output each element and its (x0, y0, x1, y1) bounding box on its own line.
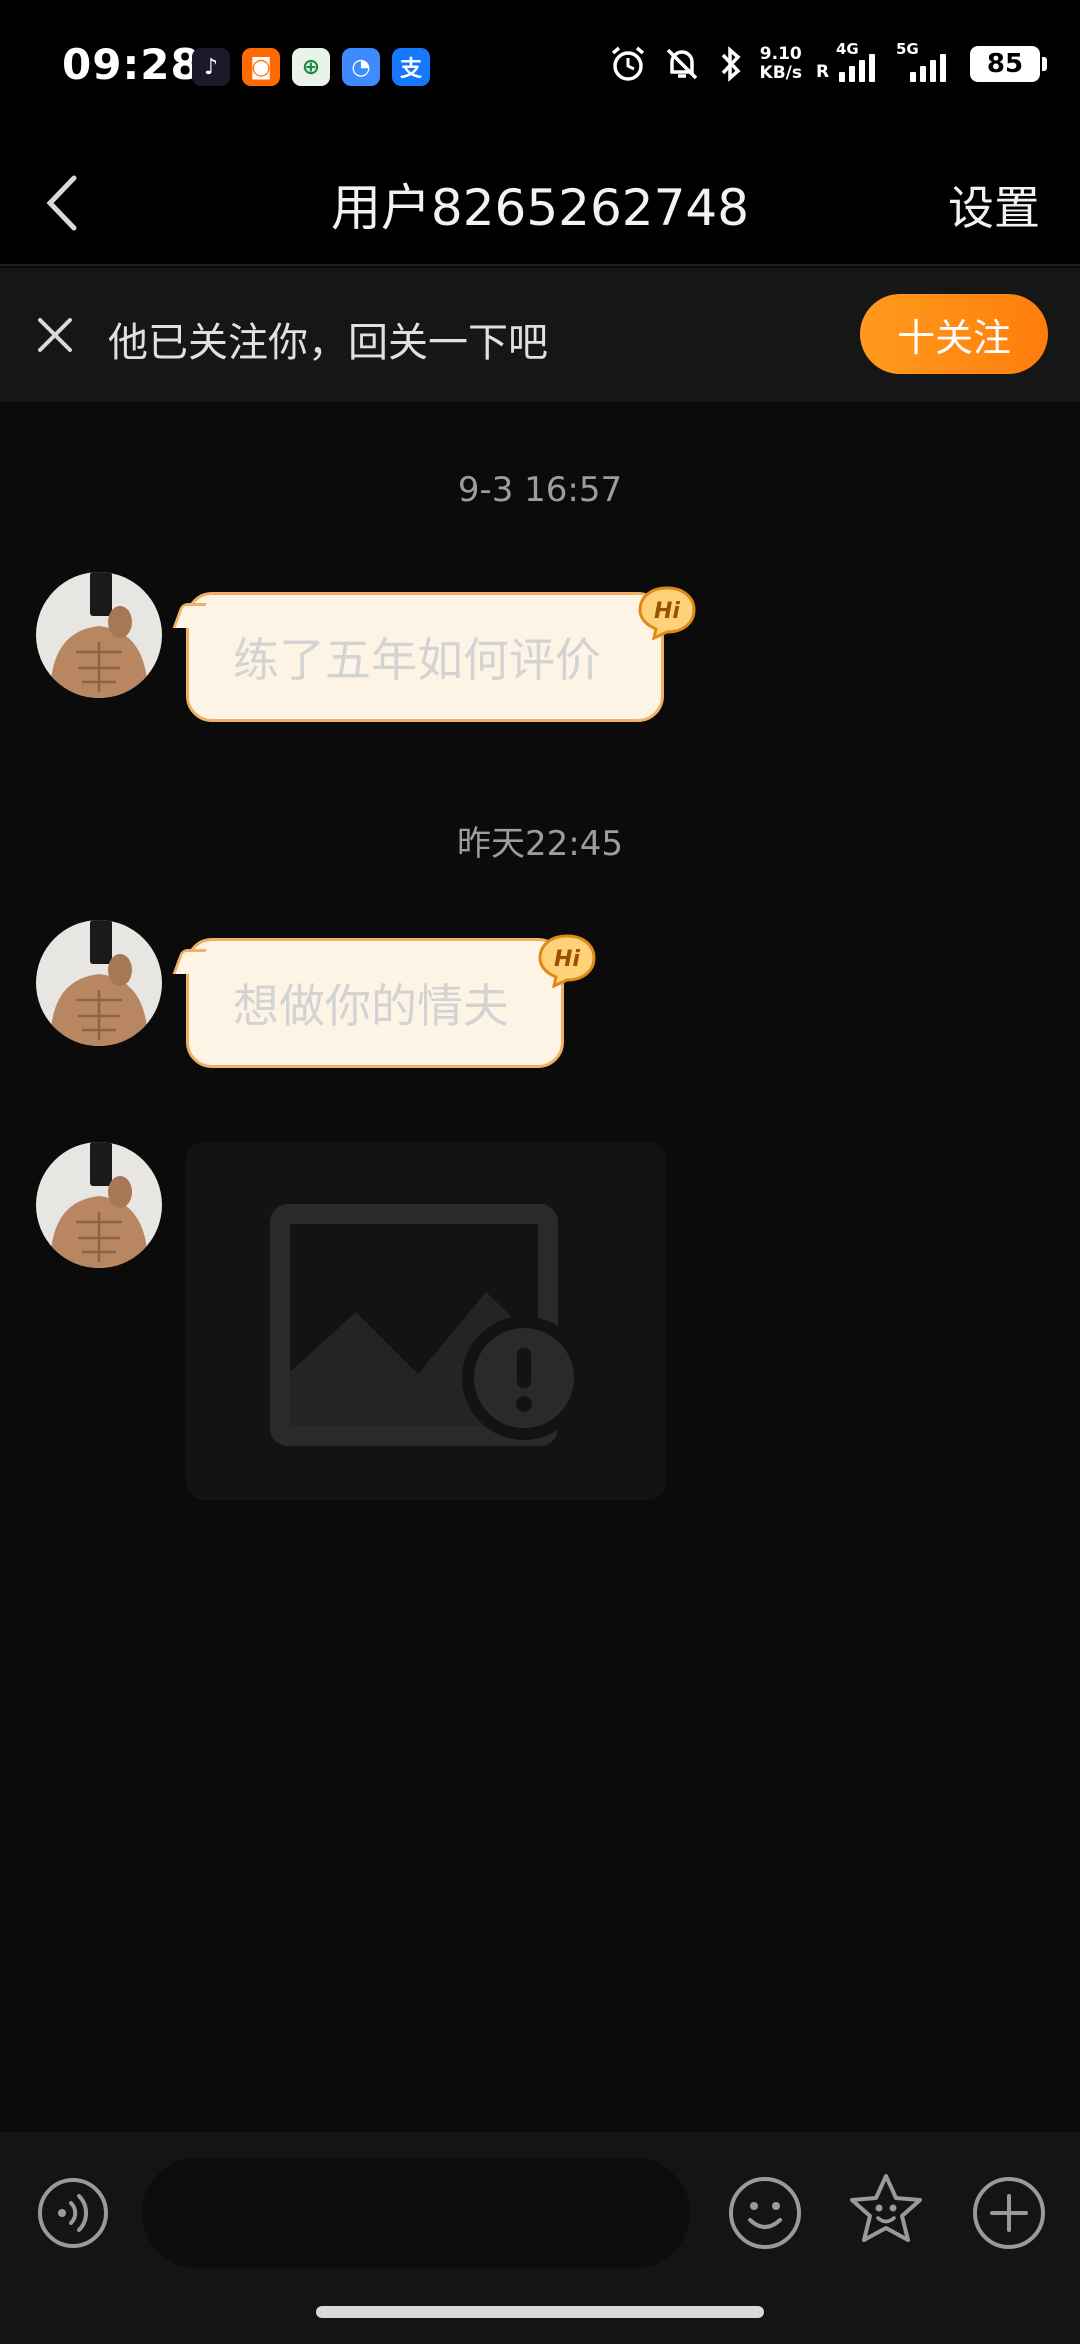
message-text: 想做你的情夫 (233, 979, 509, 1033)
message-bubble[interactable]: 想做你的情夫 (186, 938, 564, 1068)
banner-close-button[interactable] (32, 312, 78, 358)
avatar-image (36, 1142, 162, 1268)
douyin-icon: ♪ (192, 48, 230, 86)
svg-text:Hi: Hi (654, 599, 680, 624)
signal-5g: 5G (896, 40, 956, 82)
status-bar: 09:28 ♪ ◙ ⊕ ◔ 支 9.10 KB/s 4G R 5G 85 (0, 0, 1080, 140)
avatar-image (36, 572, 162, 698)
close-icon (38, 318, 72, 352)
network-speed: 9.10 KB/s (759, 44, 802, 83)
avatar[interactable] (36, 920, 162, 1046)
emoji-button[interactable] (726, 2174, 804, 2252)
page-title: 用户8265262748 (330, 179, 750, 237)
home-indicator[interactable] (316, 2306, 764, 2318)
hi-badge-icon: Hi (638, 586, 696, 640)
avatar-image (36, 920, 162, 1046)
taobao-icon: ◙ (242, 48, 280, 86)
chat-header: 用户8265262748 设置 (0, 140, 1080, 266)
banner-text: 他已关注你，回关一下吧 (108, 320, 548, 366)
alipay-icon: 支 (392, 48, 430, 86)
message-text: 练了五年如何评价 (233, 633, 601, 687)
plus-icon (973, 2177, 1045, 2249)
bank-icon: ⊕ (292, 48, 330, 86)
avatar[interactable] (36, 572, 162, 698)
app-icon: ◔ (342, 48, 380, 86)
hi-badge-icon: Hi (538, 934, 596, 988)
message-bubble[interactable]: 练了五年如何评价 (186, 592, 664, 722)
voice-icon (38, 2178, 108, 2248)
alarm-icon (611, 46, 644, 81)
bluetooth-icon (721, 46, 741, 82)
message-timestamp: 昨天22:45 (457, 824, 623, 864)
message-timestamp: 9-3 16:57 (457, 470, 623, 510)
svg-text:Hi: Hi (554, 947, 580, 972)
sticker-button[interactable] (846, 2170, 926, 2250)
sticker-icon (850, 2174, 922, 2242)
battery-indicator: 85 (970, 46, 1047, 82)
avatar[interactable] (36, 1142, 162, 1268)
signal-4g: 4G R (816, 40, 882, 82)
mute-bell-icon (666, 48, 697, 80)
emoji-icon (729, 2177, 801, 2249)
follow-button[interactable]: 十关注 (860, 294, 1048, 374)
settings-button[interactable]: 设置 (948, 172, 1040, 238)
status-indicators: 9.10 KB/s 4G R 5G 85 (608, 40, 1047, 84)
message-input[interactable] (142, 2158, 690, 2268)
follow-back-banner: 他已关注你，回关一下吧 十关注 (0, 268, 1080, 402)
image-message[interactable] (186, 1142, 666, 1500)
voice-button[interactable] (36, 2176, 110, 2250)
notification-app-icons: ♪ ◙ ⊕ ◔ 支 (192, 48, 430, 86)
broken-image-icon (270, 1204, 586, 1446)
more-options-button[interactable] (970, 2174, 1048, 2252)
status-time: 09:28 (62, 40, 201, 89)
